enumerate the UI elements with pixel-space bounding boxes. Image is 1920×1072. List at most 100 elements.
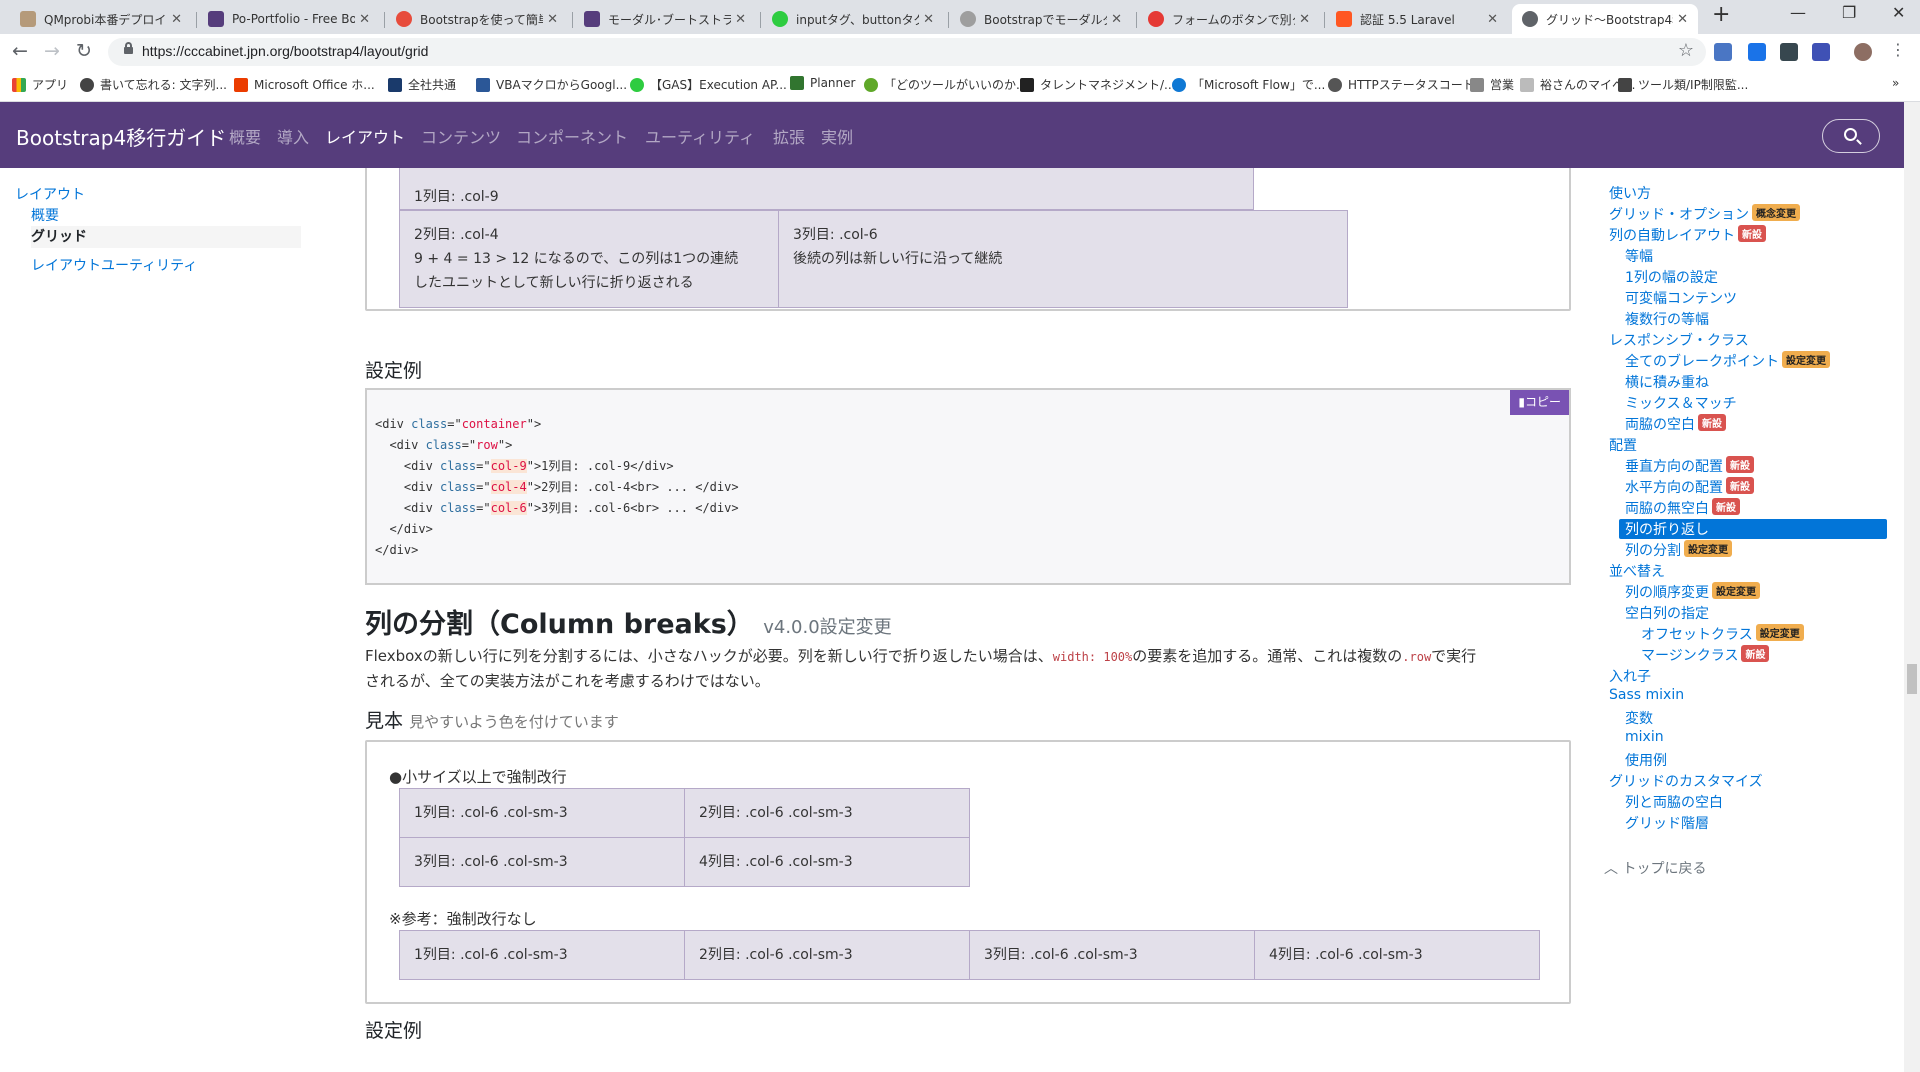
toc-item[interactable]: 列の順序変更 設定変更 [1625,582,1760,602]
browser-tab[interactable]: Po-Portfolio - Free Boo ✕ [198,4,380,34]
toc-item[interactable]: 等幅 [1625,246,1653,266]
toc-item[interactable]: 列と両脇の空白 [1625,792,1723,812]
close-tab-icon[interactable]: ✕ [923,12,934,27]
bookmark-item[interactable]: タレントマネジメント/... [1020,76,1176,93]
bookmark-item[interactable]: 書いて忘れる: 文字列... [80,76,227,93]
nav-components[interactable]: コンポーネント [516,124,628,148]
new-extension-icon[interactable] [1748,43,1766,61]
bookmark-star-icon[interactable]: ☆ [1678,40,1694,61]
toc-item[interactable]: 使用例 [1625,750,1667,770]
search-button[interactable] [1822,119,1880,153]
toc-item[interactable]: 両脇の無空白 新設 [1625,498,1740,518]
bookmark-item[interactable]: VBAマクロからGoogl... [476,76,627,93]
extension-icon[interactable] [1780,43,1798,61]
browser-tab[interactable]: モーダル･ブートストラップ✕ [574,4,756,34]
nav-overview[interactable]: 概要 [229,124,261,148]
toc-item[interactable]: mixin [1625,729,1664,745]
bookmark-item[interactable]: Planner [790,76,855,90]
site-brand[interactable]: Bootstrap4移行ガイド [16,122,226,151]
nav-content[interactable]: コンテンツ [421,124,501,148]
version-badge: v4.0.0設定変更 [763,617,892,638]
toc-item[interactable]: オフセットクラス 設定変更 [1641,624,1804,644]
toc-item[interactable]: グリッド・オプション 概念変更 [1609,204,1800,224]
url-bar[interactable]: https://cccabinet.jpn.org/bootstrap4/lay… [108,38,1706,66]
bookmarks-overflow-icon[interactable]: » [1892,76,1899,90]
close-tab-icon[interactable]: ✕ [171,12,182,27]
nav-intro[interactable]: 導入 [277,124,309,148]
leftnav-item-layout-utility[interactable]: レイアウトユーティリティ [31,255,197,275]
toc-item[interactable]: 横に積み重ね [1625,372,1709,392]
toc-item[interactable]: 配置 [1609,435,1637,455]
nav-examples[interactable]: 実例 [821,124,853,148]
close-tab-icon[interactable]: ✕ [359,12,370,27]
bookmark-item[interactable]: ツール類/IP制限監... [1618,76,1748,93]
toc-item[interactable]: 並べ替え [1609,561,1665,581]
url-text[interactable]: https://cccabinet.jpn.org/bootstrap4/lay… [142,43,428,59]
nav-extensions[interactable]: 拡張 [773,124,805,148]
browser-tab[interactable]: inputタグ、buttonタグで✕ [762,4,944,34]
forward-icon[interactable]: → [44,40,60,62]
bookmark-item[interactable]: アプリ [12,76,68,93]
browser-tab[interactable]: Bootstrapでモーダルダイア✕ [950,4,1132,34]
close-tab-icon[interactable]: ✕ [1111,12,1122,27]
leftnav-section-layout[interactable]: レイアウト [15,184,85,204]
toc-item[interactable]: グリッド階層 [1625,813,1709,833]
browser-tab[interactable]: Bootstrapを使って簡単に✕ [386,4,568,34]
toc-item[interactable]: マージンクラス 新設 [1641,645,1770,665]
nav-utilities[interactable]: ユーティリティ [645,124,755,148]
browser-tab[interactable]: 認証 5.5 Laravel ✕ [1326,4,1508,34]
toc-item[interactable]: 空白列の指定 [1625,603,1709,623]
toc-item[interactable]: 可変幅コンテンツ [1625,288,1737,308]
toc-item[interactable]: 垂直方向の配置 新設 [1625,456,1754,476]
toc-item[interactable]: 1列の幅の設定 [1625,267,1718,287]
extension-icon[interactable] [1812,43,1830,61]
bookmark-item[interactable]: 「Microsoft Flow」で... [1172,76,1325,93]
minimize-icon[interactable]: — [1790,3,1806,22]
reload-icon[interactable]: ↻ [76,40,92,62]
toc-item[interactable]: ミックス＆マッチ [1625,393,1737,413]
toc-item[interactable]: 入れ子 [1609,666,1651,686]
scrollbar-thumb[interactable] [1907,664,1917,694]
browser-menu-icon[interactable]: ⋮ [1890,40,1906,59]
maximize-icon[interactable]: ❐ [1842,3,1856,22]
toc-item[interactable]: 水平方向の配置 新設 [1625,477,1754,497]
bookmark-item[interactable]: 営業 [1470,76,1514,93]
toc-item[interactable]: 変数 [1625,708,1653,728]
new-tab-icon[interactable]: + [1712,2,1730,27]
close-tab-icon[interactable]: ✕ [735,12,746,27]
close-tab-icon[interactable]: ✕ [1487,12,1498,27]
code-block[interactable]: ▮コピー <div class="container"> <div class="… [365,388,1571,585]
bookmark-item[interactable]: 「どのツールがいいのか... [864,76,1027,93]
toc-item[interactable]: 全てのブレークポイント 設定変更 [1625,351,1830,371]
toc-item[interactable]: 列の自動レイアウト 新設 [1609,225,1766,245]
browser-tab[interactable]: フォームのボタンで別タブ✕ [1138,4,1320,34]
leftnav-item-overview[interactable]: 概要 [31,205,59,225]
toc-item[interactable]: 複数行の等幅 [1625,309,1709,329]
browser-tab-active[interactable]: グリッド～Bootstrap4移 ✕ [1512,4,1698,34]
nav-layout[interactable]: レイアウト [325,124,405,148]
close-tab-icon[interactable]: ✕ [1677,12,1688,27]
bookmark-item[interactable]: Microsoft Office ホ... [234,76,375,93]
close-window-icon[interactable]: ✕ [1892,3,1905,22]
translate-extension-icon[interactable] [1714,43,1732,61]
bookmark-item[interactable]: HTTPステータスコード [1328,76,1475,93]
toc-item-active[interactable]: 列の折り返し [1619,519,1887,539]
copy-button[interactable]: ▮コピー [1510,390,1569,415]
close-tab-icon[interactable]: ✕ [547,12,558,27]
toc-item[interactable]: 両脇の空白 新設 [1625,414,1726,434]
toc-item[interactable]: グリッドのカスタマイズ [1609,771,1763,791]
page-scrollbar[interactable] [1904,102,1920,1072]
back-to-top-link[interactable]: ︿ トップに戻る [1604,858,1706,878]
close-tab-icon[interactable]: ✕ [1299,12,1310,27]
profile-avatar[interactable] [1854,43,1872,61]
back-icon[interactable]: ← [12,40,28,62]
toc-item[interactable]: Sass mixin [1609,687,1684,703]
leftnav-item-grid[interactable]: グリッド [31,226,301,248]
toc-item[interactable]: 使い方 [1609,183,1651,203]
browser-tab[interactable]: QMprobi本番デプロイ # ✕ [10,4,192,34]
toc-item[interactable]: レスポンシブ・クラス [1609,330,1749,350]
toc-item[interactable]: 列の分割 設定変更 [1625,540,1732,560]
bookmark-item[interactable]: 【GAS】Execution AP... [630,76,787,93]
status-badge: 設定変更 [1684,540,1732,557]
bookmark-item[interactable]: 全社共通 [388,76,456,93]
